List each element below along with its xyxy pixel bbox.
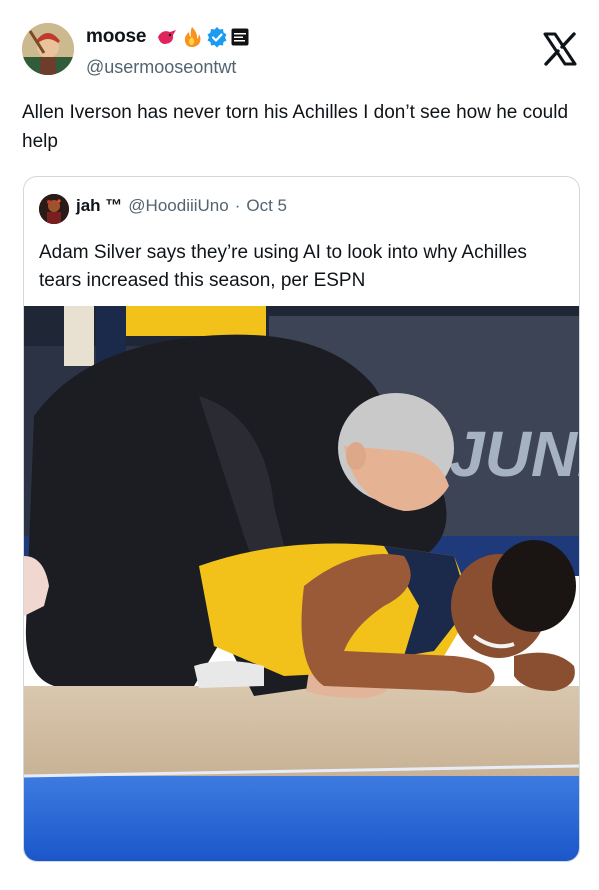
- label-badge-icon: [231, 28, 249, 46]
- author-badges: [156, 26, 249, 48]
- author-display-name[interactable]: moose: [86, 26, 146, 48]
- header-separator: ·: [234, 196, 241, 215]
- verified-badge-icon: [207, 27, 227, 48]
- fire-emoji: [185, 27, 201, 47]
- quoted-author-avatar[interactable]: [39, 194, 69, 224]
- quoted-tweet-photo[interactable]: JUNE: [24, 306, 580, 862]
- quoted-display-name[interactable]: jah ™: [76, 196, 122, 216]
- quoted-tweet-text: Adam Silver says they’re using AI to loo…: [39, 242, 527, 291]
- author-handle[interactable]: @usermooseontwt: [86, 57, 236, 78]
- tweet-text: Allen Iverson has never torn his Achille…: [22, 102, 569, 152]
- arena-banner-text: JUNE: [449, 418, 580, 490]
- quoted-tweet-header: jah ™ @HoodiiiUno · Oct 5: [76, 196, 287, 216]
- quoted-date[interactable]: Oct 5: [246, 196, 287, 216]
- quoted-handle[interactable]: @HoodiiiUno: [128, 196, 228, 216]
- author-name-row: moose: [86, 24, 249, 50]
- author-avatar[interactable]: [22, 23, 74, 75]
- bird-emoji: [158, 30, 177, 44]
- quoted-tweet-card[interactable]: jah ™ @HoodiiiUno · Oct 5 Adam Silver sa…: [23, 176, 580, 862]
- x-logo-icon: [543, 32, 577, 66]
